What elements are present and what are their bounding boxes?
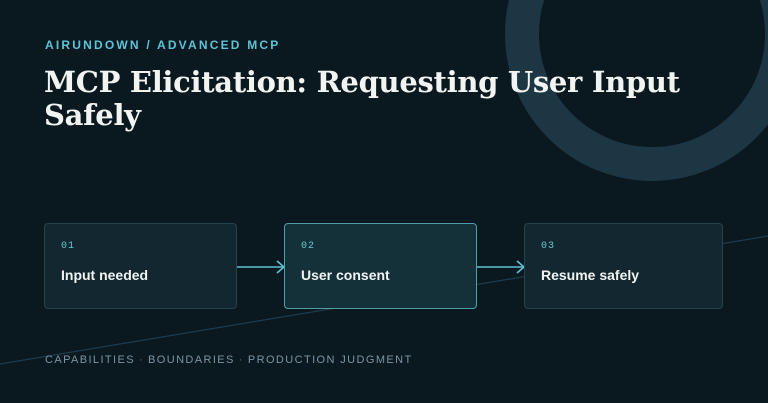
- footer-separator: ·: [138, 354, 145, 366]
- step-number: 01: [61, 241, 76, 252]
- step-label: User consent: [301, 267, 390, 283]
- slide: AIRUNDOWN / ADVANCED MCP MCP Elicitation…: [0, 0, 768, 403]
- step-number: 03: [541, 241, 556, 252]
- footer-tag-capabilities: CAPABILITIES: [45, 354, 135, 366]
- step-card-resume-safely: 03 Resume safely: [524, 223, 723, 309]
- footer-separator: ·: [238, 354, 244, 366]
- step-card-input-needed: 01 Input needed: [44, 223, 237, 309]
- flow-arrows: [237, 260, 526, 274]
- step-label: Resume safely: [541, 267, 640, 283]
- footer-tags: CAPABILITIES · BOUNDARIES · PRODUCTION JUDGM…: [45, 354, 413, 366]
- footer-tag-production-judgment: PRODUCTION JUDGMENT: [247, 354, 413, 366]
- step-number: 02: [301, 241, 316, 252]
- step-card-user-consent: 02 User consent: [284, 223, 477, 309]
- arrow-1-to-2: [237, 260, 286, 274]
- step-label: Input needed: [61, 267, 149, 283]
- footer-tag-boundaries: BOUNDARIES: [148, 354, 235, 366]
- arrow-2-to-3: [477, 260, 526, 274]
